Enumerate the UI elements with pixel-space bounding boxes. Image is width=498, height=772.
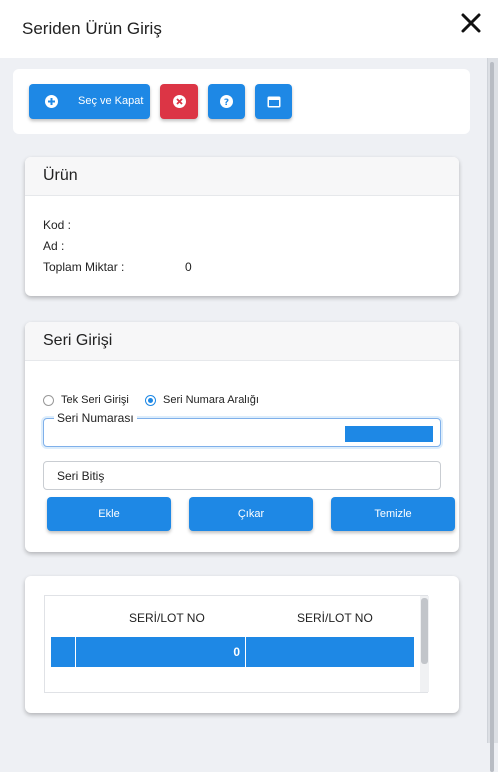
product-card-title: Ürün xyxy=(43,167,78,184)
scrollbar-thumb[interactable] xyxy=(490,62,494,772)
serial-grid: SERİ/LOT NO SERİ/LOT NO 0 xyxy=(44,595,429,693)
grid-scrollbar[interactable] xyxy=(420,596,429,692)
svg-text:?: ? xyxy=(224,98,229,106)
product-card: Ürün Kod : Ad : Toplam Miktar : 0 xyxy=(25,157,459,296)
x-circle-icon xyxy=(172,95,186,108)
dialog-title: Seriden Ürün Giriş xyxy=(22,19,162,38)
cell-divider xyxy=(245,637,246,667)
single-serial-label: Tek Seri Girişi xyxy=(61,394,129,406)
serial-range-label: Seri Numara Aralığı xyxy=(163,394,259,406)
serial-range-radio[interactable] xyxy=(145,395,156,406)
select-and-close-button[interactable]: Seç ve Kapat xyxy=(29,84,150,119)
serial-entry-card: Seri Girişi Tek Seri Girişi Seri Numara … xyxy=(25,322,459,552)
single-serial-radio[interactable] xyxy=(43,395,54,406)
serial-card-title: Seri Girişi xyxy=(43,332,113,349)
total-quantity-label: Toplam Miktar : xyxy=(43,260,125,274)
name-label: Ad : xyxy=(43,239,65,253)
toolbar: Seç ve Kapat ? xyxy=(13,69,470,134)
scrollbar[interactable] xyxy=(487,58,498,772)
plus-circle-icon xyxy=(45,95,58,108)
add-label: Ekle xyxy=(98,508,120,520)
add-button[interactable]: Ekle xyxy=(47,497,171,531)
help-button[interactable]: ? xyxy=(208,84,245,119)
question-circle-icon: ? xyxy=(220,95,233,108)
remove-button[interactable]: Çıkar xyxy=(189,497,313,531)
column-header-2: SERİ/LOT NO xyxy=(297,611,373,625)
select-and-close-label: Seç ve Kapat xyxy=(78,95,144,107)
clear-label: Temizle xyxy=(374,508,412,520)
dialog-titlebar: Seriden Ürün Giriş xyxy=(0,0,498,58)
clear-button[interactable]: Temizle xyxy=(331,497,455,531)
close-icon[interactable] xyxy=(458,10,484,36)
grid-scrollbar-thumb[interactable] xyxy=(421,598,428,664)
serial-end-input[interactable]: Seri Bitiş xyxy=(43,461,441,490)
cell-divider xyxy=(75,637,76,667)
column-header-1: SERİ/LOT NO xyxy=(129,611,205,625)
window-button[interactable] xyxy=(255,84,292,119)
serial-card-header: Seri Girişi xyxy=(25,322,459,361)
row-value: 0 xyxy=(233,645,240,659)
total-quantity-value: 0 xyxy=(185,260,192,274)
product-card-header: Ürün xyxy=(25,157,459,196)
cancel-button[interactable] xyxy=(160,84,198,119)
remove-label: Çıkar xyxy=(237,508,265,520)
code-label: Kod : xyxy=(43,218,72,232)
window-icon xyxy=(267,96,280,107)
serial-end-placeholder: Seri Bitiş xyxy=(57,469,105,483)
serial-number-label: Seri Numarası xyxy=(54,411,137,425)
serial-number-selection xyxy=(345,426,433,442)
table-row[interactable]: 0 xyxy=(51,637,414,667)
serial-grid-card: SERİ/LOT NO SERİ/LOT NO 0 xyxy=(25,576,459,713)
